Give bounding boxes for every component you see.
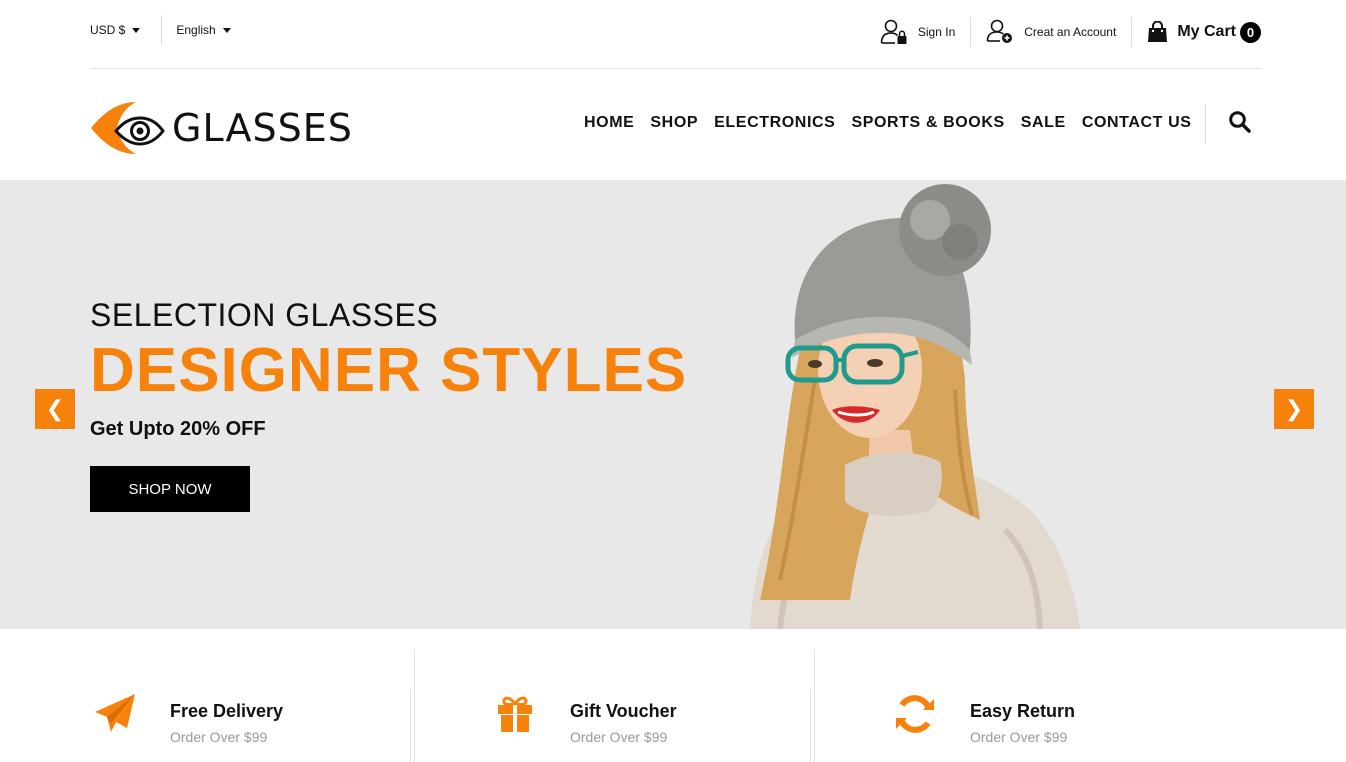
feature-title: Easy Return: [970, 701, 1076, 721]
nav-item-electronics[interactable]: ELECTRONICS: [714, 114, 835, 132]
cart-count-badge: 0: [1240, 21, 1261, 43]
hero-model-image: [750, 184, 1080, 629]
feature-title: Gift Voucher: [570, 701, 677, 721]
feature-desc: Order Over $99: [570, 729, 668, 745]
hero-title: DESIGNER STYLES: [90, 336, 688, 405]
currency-label: USD $: [90, 23, 126, 37]
sign-in-label: Sign In: [917, 25, 956, 39]
slider-prev-button[interactable]: ❮: [35, 389, 75, 429]
user-lock-icon: [880, 19, 907, 44]
nav-item-home[interactable]: HOME: [584, 114, 634, 132]
chevron-right-icon: ❯: [1284, 396, 1304, 421]
language-dropdown[interactable]: English: [176, 23, 231, 37]
locale-controls: USD $ English: [90, 15, 231, 45]
hero-subtitle: SELECTION GLASSES: [90, 297, 439, 333]
hero-offer: Get Upto 20% OFF: [90, 418, 266, 440]
divider: [1205, 104, 1206, 144]
feature-desc: Order Over $99: [170, 729, 268, 745]
eye-logo-icon: [91, 102, 165, 154]
gift-icon: [490, 689, 540, 739]
refresh-icon: [890, 689, 940, 739]
divider: [1131, 17, 1133, 47]
slider-next-button[interactable]: ❯: [1274, 389, 1314, 429]
divider: [810, 689, 811, 762]
features-strip: Free Delivery Order Over $99 Gift Vouche…: [0, 629, 1346, 762]
user-add-icon: [986, 19, 1013, 43]
paper-plane-icon: [90, 689, 140, 739]
site-logo[interactable]: GLASSES: [90, 100, 353, 156]
divider: [410, 689, 411, 762]
hero-slider: SELECTION GLASSES DESIGNER STYLES Get Up…: [0, 180, 1346, 629]
feature-easy-return: Easy Return Order Over $99: [890, 689, 1075, 745]
nav-item-sale[interactable]: SALE: [1021, 114, 1066, 132]
nav-item-contact-us[interactable]: CONTACT US: [1082, 114, 1192, 132]
divider: [970, 17, 972, 47]
feature-text: Gift Voucher Order Over $99: [570, 689, 677, 745]
feature-title: Free Delivery: [170, 701, 284, 721]
currency-dropdown[interactable]: USD $: [90, 23, 141, 37]
feature-text: Easy Return Order Over $99: [970, 689, 1075, 745]
sign-in-link[interactable]: Sign In: [880, 19, 955, 45]
nav-item-sports-books[interactable]: SPORTS & BOOKS: [851, 114, 1004, 132]
create-account-label: Creat an Account: [1024, 25, 1117, 39]
create-account-link[interactable]: Creat an Account: [986, 19, 1116, 45]
feature-free-delivery: Free Delivery Order Over $99: [90, 689, 283, 745]
divider: [161, 15, 163, 45]
cart-button[interactable]: My Cart 0: [1147, 21, 1261, 43]
caret-down-icon: [132, 27, 141, 33]
language-label: English: [176, 23, 216, 37]
feature-desc: Order Over $99: [970, 729, 1068, 745]
feature-text: Free Delivery Order Over $99: [170, 689, 283, 745]
divider: [814, 649, 815, 762]
main-nav: HOME SHOP ELECTRONICS SPORTS & BOOKS SAL…: [584, 114, 1208, 132]
search-button[interactable]: [1228, 110, 1252, 139]
shopping-bag-icon: [1148, 21, 1168, 42]
divider: [414, 649, 415, 762]
shop-now-button[interactable]: SHOP NOW: [90, 466, 250, 512]
account-controls: Sign In Creat an Account My Cart 0: [880, 15, 1261, 49]
cart-label: My Cart: [1177, 23, 1236, 40]
chevron-left-icon: ❮: [45, 396, 65, 421]
logo-text: GLASSES: [172, 106, 353, 150]
feature-gift-voucher: Gift Voucher Order Over $99: [490, 689, 677, 745]
search-icon: [1229, 111, 1251, 133]
top-bar: USD $ English Sign In Creat an Account M…: [90, 0, 1261, 69]
nav-item-shop[interactable]: SHOP: [650, 114, 698, 132]
caret-down-icon: [222, 27, 231, 33]
